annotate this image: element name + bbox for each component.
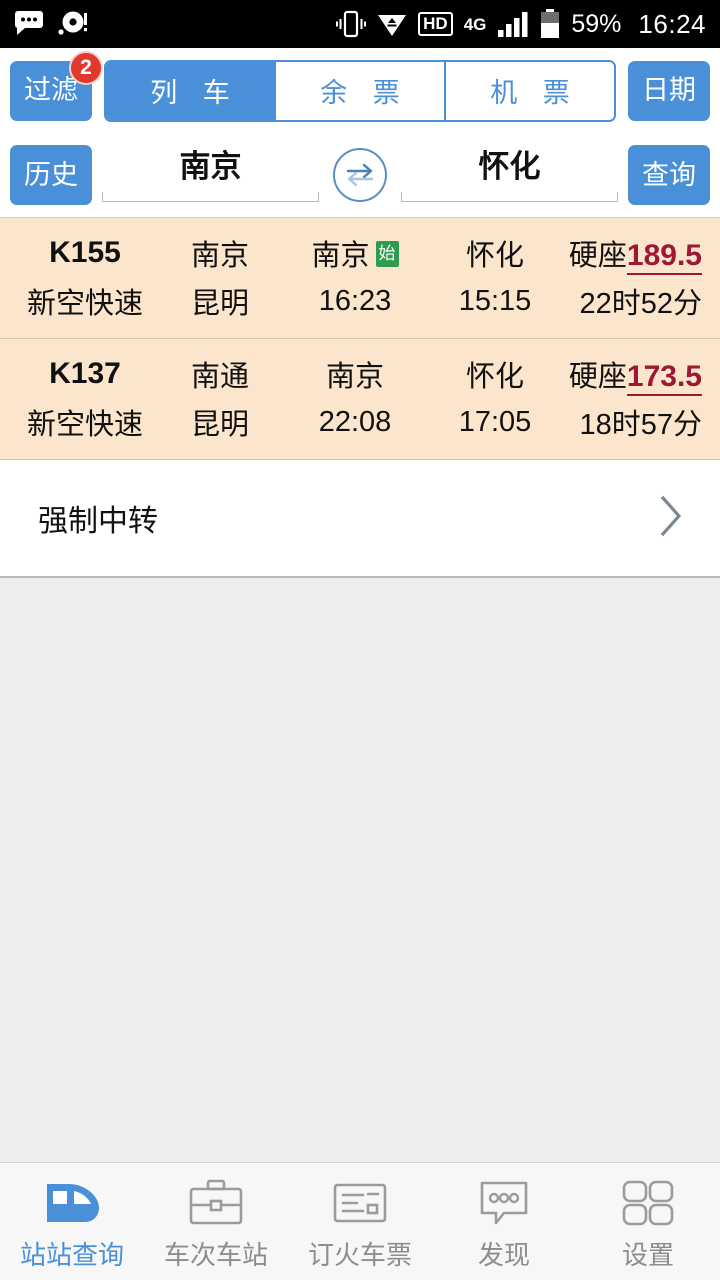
boarding-station: 南京 [311,240,370,272]
arrive-time: 15:15 [458,284,532,317]
train-row-secondary: 新空快速 昆明 22:08 17:05 18时57分 [0,401,720,443]
battery-percent-label: 59% [571,9,622,38]
ticket-icon [330,1172,390,1228]
nav-label-book-ticket: 订火车票 [307,1239,412,1270]
from-station-field[interactable]: 南京 [102,148,319,202]
boarding-station-cell: 南京始 [280,232,430,274]
from-station-value: 南京 [179,148,242,184]
history-button[interactable]: 历史 [10,145,92,205]
forced-transfer-row[interactable]: 强制中转 [0,460,720,578]
depart-time: 16:23 [318,284,392,317]
toolbar-tabs-row: 过滤 2 列 车 余 票 机 票 日期 [0,48,720,133]
wifi-triangle-icon [378,15,407,36]
nav-label-settings: 设置 [621,1239,674,1270]
status-bar-left-icons [14,11,90,37]
train-code: K155 [49,236,121,269]
status-bar: HD 4G 59% 16:24 [0,0,720,48]
nav-label-station-query: 站站查询 [19,1239,124,1270]
chat-dots-icon [474,1172,534,1228]
signal-bars-icon [498,12,528,37]
alight-station: 怀化 [465,361,524,393]
price-value: 189.5 [626,239,702,275]
price-value: 173.5 [626,360,702,396]
swap-arrows-icon[interactable] [333,148,387,202]
disc-alert-icon [58,11,87,35]
train-terminus: 昆明 [190,409,249,441]
nav-item-discover[interactable]: 发现 [432,1172,576,1272]
filter-button[interactable]: 过滤 2 [10,50,103,121]
status-bar-right-icons: HD 4G 59% 16:24 [336,9,706,40]
tab-flights-label: 机 票 [490,78,579,108]
nav-label-discover: 发现 [477,1239,530,1270]
nav-item-train-station[interactable]: 车次车站 [144,1172,288,1272]
to-station-field[interactable]: 怀化 [401,148,618,202]
nav-item-settings[interactable]: 设置 [576,1172,720,1272]
tab-trains-label: 列 车 [150,78,239,108]
empty-content-area [0,578,720,1162]
from-station-underline [102,192,319,202]
nav-item-book-ticket[interactable]: 订火车票 [288,1172,432,1272]
briefcase-icon [186,1172,246,1228]
date-button-label: 日期 [642,75,696,105]
train-origin: 南通 [190,361,249,393]
price-cell: 硬座173.5 [560,353,710,396]
table-row[interactable]: K137 南通 南京 怀化 硬座173.5 新空快速 昆明 22:08 17:0… [0,339,720,460]
depart-time: 22:08 [318,405,392,438]
query-button-label: 查询 [642,159,696,190]
route-inputs: 南京 怀化 [92,148,628,202]
train-type: 新空快速 [26,409,143,441]
train-code: K137 [49,357,121,390]
duration: 22时52分 [579,288,702,320]
history-button-label: 历史 [24,159,78,190]
tab-flights[interactable]: 机 票 [444,61,614,120]
filter-badge: 2 [69,50,103,85]
train-row-primary: K137 南通 南京 怀化 硬座173.5 [0,353,720,396]
nav-label-train-station: 车次车站 [163,1239,268,1270]
train-result-list: K155 南京 南京始 怀化 硬座189.5 新空快速 昆明 16:23 15:… [0,218,720,578]
tab-trains[interactable]: 列 车 [106,61,274,120]
chevron-right-icon [658,494,684,543]
boarding-station: 南京 [325,361,384,393]
arrive-time: 17:05 [458,405,532,438]
train-front-icon [41,1172,103,1228]
price-cell: 硬座189.5 [560,232,710,275]
seat-class-label: 硬座 [568,361,627,393]
table-row[interactable]: K155 南京 南京始 怀化 硬座189.5 新空快速 昆明 16:23 15:… [0,218,720,339]
grid-squares-icon [619,1172,677,1228]
battery-icon [541,9,560,38]
seat-class-label: 硬座 [568,240,627,272]
network-type-label: 4G [463,14,487,34]
origin-badge: 始 [375,241,399,267]
tab-tickets[interactable]: 余 票 [274,61,444,120]
date-button[interactable]: 日期 [628,60,710,121]
train-row-secondary: 新空快速 昆明 16:23 15:15 22时52分 [0,280,720,322]
to-station-underline [401,192,618,202]
app-root: HD 4G 59% 16:24 过滤 2 列 车 余 票 机 票 日期 历史 南… [0,0,720,1280]
train-row-primary: K155 南京 南京始 怀化 硬座189.5 [0,232,720,275]
train-type: 新空快速 [26,288,143,320]
query-button[interactable]: 查询 [628,145,710,205]
to-station-value: 怀化 [478,148,541,184]
tab-tickets-label: 余 票 [320,78,409,108]
vibrate-icon [336,10,367,38]
boarding-station-cell: 南京 [280,353,430,395]
message-bubble-icon [15,11,43,35]
train-origin: 南京 [190,240,249,272]
forced-transfer-label: 强制中转 [38,505,158,538]
duration: 18时57分 [579,409,702,441]
alight-station: 怀化 [465,240,524,272]
train-terminus: 昆明 [190,288,249,320]
toolbar-route-row: 历史 南京 怀化 查询 [0,133,720,218]
hd-indicator: HD [418,12,453,36]
bottom-navigation: 站站查询 车次车站 订火车票 发现 设置 [0,1162,720,1280]
segmented-tabs: 列 车 余 票 机 票 [104,59,616,122]
nav-item-station-query[interactable]: 站站查询 [0,1172,144,1272]
clock-label: 16:24 [638,8,706,39]
filter-button-label: 过滤 [24,75,78,105]
